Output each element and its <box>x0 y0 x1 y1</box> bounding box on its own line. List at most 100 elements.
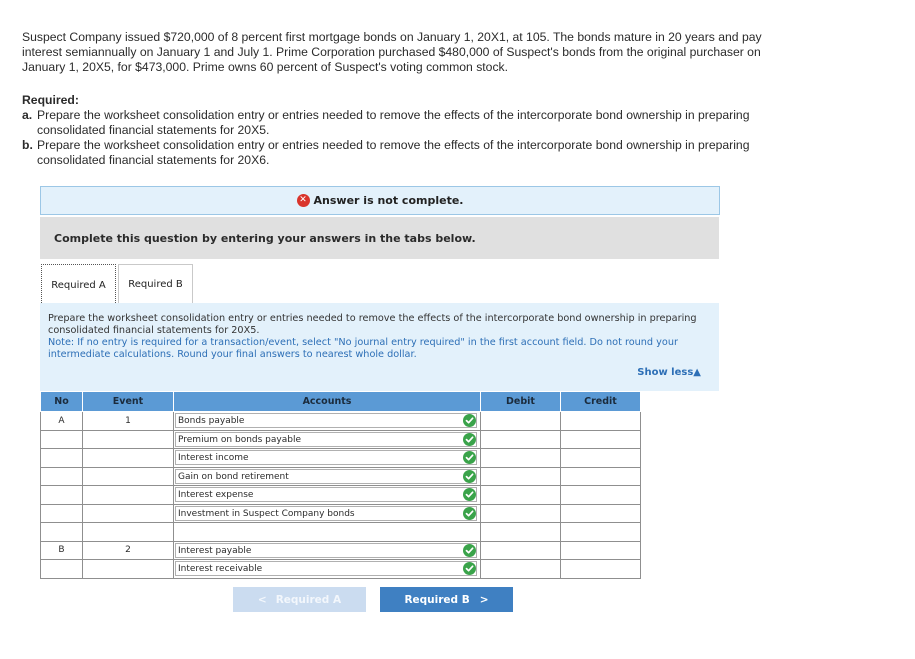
triangle-up-icon: ▲ <box>693 367 701 378</box>
table-row: Gain on bond retirement <box>40 466 641 486</box>
table-row: Premium on bonds payable <box>40 429 641 449</box>
cell-event <box>82 485 174 505</box>
cell-event <box>82 466 174 486</box>
check-circle-icon <box>463 562 476 575</box>
account-select[interactable]: Interest receivable <box>175 561 477 576</box>
event-number-text: 2 <box>125 545 131 556</box>
account-select[interactable]: Gain on bond retirement <box>175 468 477 484</box>
x-circle-icon: ✕ <box>296 194 310 207</box>
credit-input[interactable] <box>560 466 641 486</box>
required-title: Required: <box>22 93 79 107</box>
journal-entry-table: No Event Accounts Debit Credit A 1 Bonds p… <box>40 391 641 579</box>
entry-no-text: B <box>58 545 65 556</box>
credit-input[interactable] <box>560 540 641 560</box>
cell-account: Interest payable <box>173 540 481 560</box>
account-select[interactable]: Interest income <box>175 450 477 465</box>
header-credit: Credit <box>560 391 641 412</box>
table-row: Interest receivable <box>40 559 641 579</box>
required-item-a: a. Prepare the worksheet consolidation e… <box>22 108 782 138</box>
instruction-box: Complete this question by entering your … <box>40 217 719 259</box>
table-header-row: No Event Accounts Debit Credit <box>40 391 641 412</box>
tab-required-b[interactable]: Required B <box>118 264 193 304</box>
check-circle-icon <box>463 506 476 520</box>
table-row: B 2 Interest payable <box>40 540 641 560</box>
table-row: Interest expense <box>40 485 641 505</box>
instruction-text: Complete this question by entering your … <box>54 231 476 245</box>
cell-no: B <box>40 540 83 560</box>
check-circle-icon <box>463 414 476 427</box>
answer-status-banner: ✕ Answer is not complete. <box>40 186 720 215</box>
required-item-b: b. Prepare the worksheet consolidation e… <box>22 138 782 168</box>
debit-input[interactable] <box>480 485 561 505</box>
debit-input[interactable] <box>480 429 561 449</box>
debit-input[interactable] <box>480 559 561 579</box>
cell-account: Investment in Suspect Company bonds <box>173 503 481 523</box>
cell-event: 2 <box>82 540 174 560</box>
check-circle-icon <box>463 469 476 483</box>
debit-input[interactable] <box>480 503 561 523</box>
check-circle-icon <box>463 488 476 501</box>
check-circle-icon <box>463 451 476 464</box>
question-panel: Prepare the worksheet consolidation entr… <box>40 303 719 385</box>
cell-no <box>40 485 83 505</box>
credit-input[interactable] <box>560 559 641 579</box>
cell-account <box>173 522 481 542</box>
tab-required-a[interactable]: Required A <box>41 264 116 305</box>
table-row: Interest income <box>40 448 641 468</box>
credit-input[interactable] <box>560 485 641 505</box>
credit-input[interactable] <box>560 411 641 431</box>
show-less-label: Show less <box>637 367 694 378</box>
cell-no <box>40 503 83 523</box>
cell-event <box>82 503 174 523</box>
chevron-left-icon: < <box>257 593 267 606</box>
required-item-letter: b. <box>22 138 33 152</box>
debit-input[interactable] <box>480 448 561 468</box>
panel-prompt: Prepare the worksheet consolidation entr… <box>48 313 697 336</box>
chevron-right-icon: > <box>479 593 489 606</box>
table-row: Investment in Suspect Company bonds <box>40 503 641 523</box>
header-debit: Debit <box>480 391 561 412</box>
debit-input[interactable] <box>480 466 561 486</box>
prev-button[interactable]: < Required A <box>233 587 366 612</box>
next-button[interactable]: Required B > <box>380 587 513 612</box>
credit-input[interactable] <box>560 429 641 449</box>
credit-input[interactable] <box>560 522 641 542</box>
event-number-text: 1 <box>125 415 131 426</box>
account-select[interactable]: Bonds payable <box>175 413 477 428</box>
show-less-link[interactable]: Show less▲ <box>637 367 701 378</box>
cell-event <box>82 448 174 468</box>
credit-input[interactable] <box>560 448 641 468</box>
cell-event <box>82 522 174 542</box>
problem-text: Suspect Company issued $720,000 of 8 per… <box>22 30 762 74</box>
account-select[interactable]: Premium on bonds payable <box>175 431 477 447</box>
panel-note: Note: If no entry is required for a tran… <box>48 337 678 360</box>
required-item-text: Prepare the worksheet consolidation entr… <box>37 138 750 167</box>
next-button-label: Required B <box>404 593 470 606</box>
cell-account: Gain on bond retirement <box>173 466 481 486</box>
account-select[interactable]: Investment in Suspect Company bonds <box>175 505 477 521</box>
cell-no <box>40 448 83 468</box>
header-no: No <box>40 391 83 412</box>
check-circle-icon <box>463 543 476 557</box>
table-row <box>40 522 641 542</box>
account-select[interactable]: Interest payable <box>175 542 477 558</box>
cell-event: 1 <box>82 411 174 431</box>
cell-event <box>82 559 174 579</box>
cell-no <box>40 522 83 542</box>
required-list: a. Prepare the worksheet consolidation e… <box>22 108 782 168</box>
cell-event <box>82 429 174 449</box>
prev-button-label: Required A <box>275 593 342 606</box>
cell-account: Interest income <box>173 448 481 468</box>
cell-no <box>40 559 83 579</box>
credit-input[interactable] <box>560 503 641 523</box>
header-accounts: Accounts <box>173 391 481 412</box>
debit-input[interactable] <box>480 522 561 542</box>
cell-account: Bonds payable <box>173 411 481 431</box>
cell-account: Premium on bonds payable <box>173 429 481 449</box>
required-item-letter: a. <box>22 108 33 122</box>
debit-input[interactable] <box>480 411 561 431</box>
debit-input[interactable] <box>480 540 561 560</box>
answer-status-text: Answer is not complete. <box>313 194 464 207</box>
account-select[interactable]: Interest expense <box>175 487 477 502</box>
panel-instructions: Prepare the worksheet consolidation entr… <box>48 313 714 361</box>
